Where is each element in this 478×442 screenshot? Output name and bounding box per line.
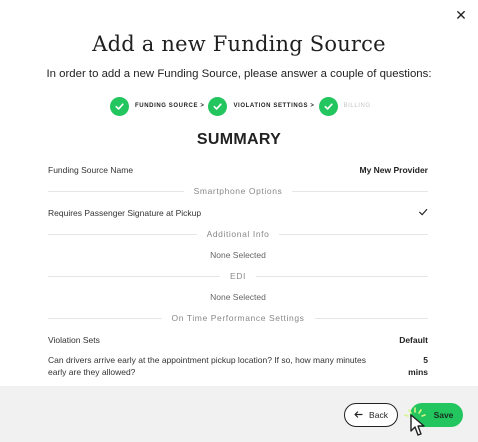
funding-source-modal: ✕ Add a new Funding Source In order to a… (0, 0, 478, 442)
save-button[interactable]: Save (410, 403, 463, 427)
section-divider-smartphone: Smartphone Options (48, 180, 428, 202)
section-header: Smartphone Options (193, 186, 283, 196)
edi-value: None Selected (210, 292, 266, 302)
step-label: BILLING (343, 103, 371, 109)
step-label: VIOLATION SETTINGS > (233, 103, 315, 109)
violation-sets-row: Violation Sets Default (48, 328, 428, 352)
early-arrival-minutes: 5 (423, 355, 428, 365)
section-header: EDI (230, 271, 246, 281)
progress-stepper: FUNDING SOURCE > VIOLATION SETTINGS > BI… (110, 96, 375, 116)
check-circle-icon (318, 96, 338, 116)
funding-source-name-row: Funding Source Name My New Provider (48, 160, 428, 180)
step-funding-source: FUNDING SOURCE > (110, 96, 205, 116)
early-arrival-unit: mins (408, 367, 428, 377)
row-value: My New Provider (359, 165, 429, 175)
step-label: FUNDING SOURCE > (135, 103, 205, 109)
section-divider-edi: EDI (48, 266, 428, 286)
back-button[interactable]: Back (344, 403, 398, 427)
section-header: Additional Info (206, 229, 270, 239)
arrow-left-icon (354, 410, 363, 420)
early-arrival-row: Can drivers arrive early at the appointm… (48, 352, 428, 380)
checkmark-icon (418, 207, 428, 219)
row-label: Can drivers arrive early at the appointm… (48, 355, 366, 377)
modal-footer (0, 386, 478, 442)
save-button-label: Save (433, 410, 454, 420)
row-value: 5 mins (408, 354, 428, 378)
step-billing: BILLING (318, 96, 371, 116)
additional-info-value: None Selected (210, 250, 266, 260)
section-header: On Time Performance Settings (171, 313, 305, 323)
step-violation-settings: VIOLATION SETTINGS > (208, 96, 315, 116)
summary-list: Funding Source Name My New Provider Smar… (48, 160, 428, 380)
back-button-label: Back (369, 410, 388, 420)
section-divider-otp: On Time Performance Settings (48, 308, 428, 328)
modal-title: Add a new Funding Source (92, 32, 386, 56)
modal-subtitle: In order to add a new Funding Source, pl… (46, 68, 432, 80)
check-circle-icon (110, 96, 129, 116)
row-value: Default (399, 335, 428, 345)
section-divider-additional-info: Additional Info (48, 224, 428, 244)
row-label: Funding Source Name (48, 165, 134, 175)
close-icon[interactable]: ✕ (454, 8, 468, 22)
row-label: Violation Sets (48, 335, 100, 345)
row-label: Requires Passenger Signature at Pickup (48, 208, 202, 218)
signature-row: Requires Passenger Signature at Pickup (48, 202, 428, 224)
check-circle-icon (208, 96, 228, 116)
summary-title: SUMMARY (196, 131, 282, 148)
